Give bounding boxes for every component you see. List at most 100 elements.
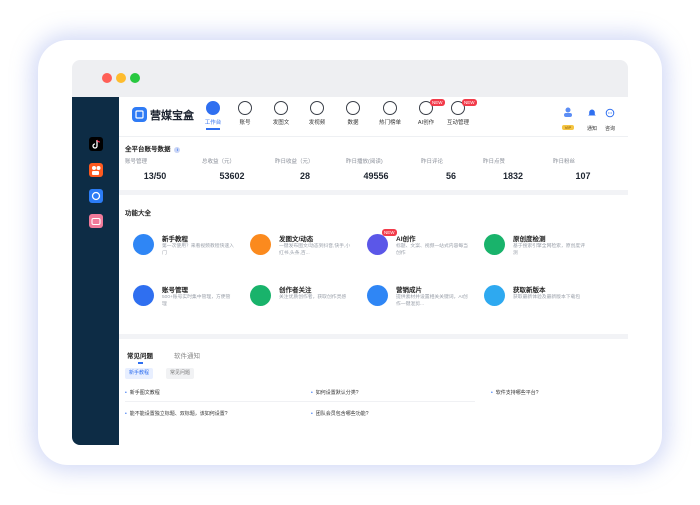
video-channel-icon[interactable] — [89, 189, 103, 203]
feature-originality-check[interactable]: 原创度检测 基于搜索引擎全网检索，原创度评测 — [484, 232, 602, 262]
stat-value: 56 — [445, 171, 456, 181]
stat-value: 53602 — [219, 171, 245, 181]
minimize-window-button[interactable] — [116, 73, 126, 83]
rocket-icon — [484, 285, 505, 306]
app-name: 营媒宝盒 — [150, 110, 194, 122]
nav-active-indicator — [206, 128, 220, 130]
feature-marketing-video[interactable]: 营销成片 提供素材并设置相关关键词，AI创作一键混剪... — [367, 283, 485, 313]
feature-creator-follow[interactable]: 创作者关注 关注优质创作者，获取创作灵感 — [250, 283, 368, 313]
feature-name: 新手教程 — [162, 236, 188, 243]
ai-icon — [367, 234, 388, 255]
play-icon — [367, 285, 388, 306]
notify-button[interactable]: 通知 — [587, 105, 597, 132]
user-icon — [133, 285, 154, 306]
maximize-window-button[interactable] — [130, 73, 140, 83]
stat-yesterday-plays: 昨日播放(阅读) 49556 — [346, 157, 419, 181]
nav-data[interactable]: 数据 — [338, 101, 368, 126]
features-section-title: 功能大全 — [125, 210, 151, 217]
stat-value: 49556 — [363, 171, 389, 181]
faq-item[interactable]: 如何设置默认分类? — [311, 389, 359, 396]
stat-yesterday-income: 昨日收益（元） 28 — [275, 157, 348, 181]
nav-ai-create[interactable]: NEW AI创作 — [411, 99, 445, 126]
main-panel: 营媒宝盒 工作台 账号 发图文 发视频 数据 热门榜单 NEW AI创作 NEW… — [119, 97, 628, 445]
feature-desc: 一键发布图文/动态到抖音,快手,小红书,头条,百... — [279, 244, 351, 256]
feature-desc: 提供素材并设置相关关键词，AI创作一键混剪... — [396, 295, 468, 307]
section-divider — [119, 334, 628, 339]
feature-desc: 关注优质创作者，获取创作灵感 — [279, 295, 347, 300]
close-window-button[interactable] — [102, 73, 112, 83]
info-icon[interactable]: i — [174, 147, 181, 153]
stat-total-income: 总收益（元） 53602 — [202, 157, 275, 181]
feature-newbie-tutorial[interactable]: 新手教程 第一次使用？来看视频教程快速入门 — [133, 232, 251, 262]
hot-list-icon — [383, 101, 397, 115]
tab-faq-label: 常见问题 — [127, 353, 153, 360]
section-divider — [119, 190, 628, 195]
nav-label: 互动管理 — [446, 120, 469, 126]
feature-account-management[interactable]: 账号管理 500+账号实时集中管理，方便管理 — [133, 283, 251, 313]
feature-name: 创作者关注 — [279, 287, 312, 294]
nav-post-video[interactable]: 发视频 — [302, 101, 332, 126]
tutorial-icon — [133, 234, 154, 255]
feature-name: 获取新版本 — [513, 287, 546, 294]
stat-yesterday-likes: 昨日点赞 1832 — [483, 157, 556, 181]
stat-value: 28 — [299, 171, 310, 181]
feature-name: AI创作 — [396, 236, 416, 243]
bilibili-icon[interactable] — [89, 214, 103, 228]
post-video-icon — [310, 101, 324, 115]
feature-ai-create[interactable]: NEW AI创作 标题、文案、视频一站式内容每当创作 — [367, 229, 485, 262]
tab-faq[interactable]: 常见问题 — [127, 350, 153, 364]
stat-yesterday-fans: 昨日粉丝 107 — [553, 157, 626, 181]
feature-name: 账号管理 — [162, 287, 188, 294]
douyin-icon[interactable] — [89, 137, 103, 151]
stat-accounts: 账号管理 13/50 — [125, 157, 198, 181]
nav-workbench[interactable]: 工作台 — [198, 101, 228, 130]
nav-label: 数据 — [347, 120, 359, 126]
stats-title-text: 全平台账号数据 — [125, 146, 171, 153]
feature-desc: 500+账号实时集中管理，方便管理 — [162, 295, 231, 307]
kuaishou-icon[interactable] — [89, 163, 103, 177]
avatar-icon — [564, 107, 572, 117]
feature-name: 营销成片 — [396, 287, 422, 294]
chip-common[interactable]: 常见问题 — [166, 368, 195, 379]
window-titlebar — [72, 60, 628, 97]
faq-item[interactable]: 团队会员包含哪些功能? — [311, 410, 369, 417]
faq-item[interactable]: 能不能设置独立标题、双标题，该如何设置? — [125, 410, 228, 417]
faq-item[interactable]: 软件支持哪些平台? — [491, 389, 539, 396]
new-badge: NEW — [382, 229, 397, 236]
tab-notice[interactable]: 软件通知 — [174, 350, 200, 360]
stat-label: 账号管理 — [125, 159, 148, 165]
faq-item[interactable]: 新手图文教程 — [125, 389, 160, 396]
feature-name: 原创度检测 — [513, 236, 546, 243]
data-icon — [346, 101, 360, 115]
nav-interaction[interactable]: NEW 互动管理 — [443, 99, 477, 126]
stat-label: 昨日播放(阅读) — [346, 159, 383, 165]
stat-label: 昨日收益（元） — [275, 159, 314, 165]
nav-label: AI创作 — [417, 120, 435, 126]
bell-icon — [588, 109, 596, 116]
user-avatar[interactable]: VIP — [562, 105, 574, 130]
feature-new-version[interactable]: 获取新版本 获取最新体验及最新版本下载包 — [484, 283, 602, 313]
nav-hot-list[interactable]: 热门榜单 — [375, 101, 405, 126]
chat-icon — [605, 108, 615, 118]
vip-badge: VIP — [562, 125, 574, 130]
app-logo-icon — [132, 107, 147, 122]
nav-label: 发视频 — [308, 120, 326, 126]
app-window: 营媒宝盒 工作台 账号 发图文 发视频 数据 热门榜单 NEW AI创作 NEW… — [72, 60, 628, 445]
notify-label: 通知 — [587, 126, 598, 132]
nav-post-image-text[interactable]: 发图文 — [266, 101, 296, 126]
feature-post-image-text[interactable]: 发图文/动态 一键发布图文/动态到抖音,快手,小红书,头条,百... — [250, 232, 368, 262]
nav-label: 热门榜单 — [378, 120, 401, 126]
feature-name: 发图文/动态 — [279, 236, 314, 243]
nav-label: 账号 — [239, 120, 251, 126]
consult-button[interactable]: 咨询 — [605, 105, 615, 132]
nav-label: 工作台 — [204, 120, 222, 126]
stats-section-title: 全平台账号数据 i — [125, 143, 181, 153]
nav-account[interactable]: 账号 — [230, 101, 260, 126]
workbench-icon — [206, 101, 220, 115]
new-badge: NEW — [462, 99, 477, 106]
account-icon — [238, 101, 252, 115]
chip-newbie[interactable]: 新手教程 — [125, 368, 154, 379]
nav-label: 发图文 — [272, 120, 290, 126]
feature-desc: 第一次使用？来看视频教程快速入门 — [162, 244, 234, 256]
consult-label: 咨询 — [605, 126, 616, 132]
